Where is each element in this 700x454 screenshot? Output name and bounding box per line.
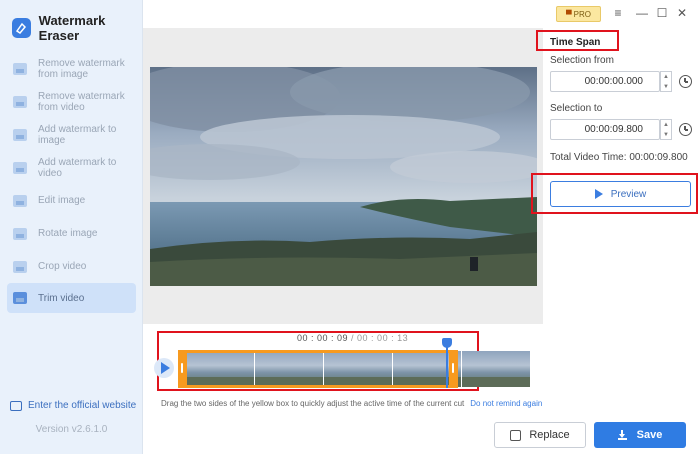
- add-video-watermark-icon: [13, 161, 27, 174]
- browser-icon: [10, 400, 22, 411]
- rotate-image-icon: [13, 227, 27, 240]
- selection-to-stepper[interactable]: ▲ ▼: [660, 119, 672, 140]
- video-image: [150, 67, 537, 286]
- sidebar-item-add-watermark-video[interactable]: Add watermark to video: [7, 151, 136, 184]
- trim-end-handle[interactable]: [449, 350, 458, 388]
- title-bar: ▀ PRO ≡ — ☐ ✕: [143, 0, 700, 28]
- menu-icon[interactable]: ≡: [609, 4, 627, 22]
- sidebar-item-label: Edit image: [38, 195, 86, 206]
- timeline: 00 : 00 : 09 / 00 : 00 : 13 Drag the two…: [143, 324, 543, 414]
- edit-image-icon: [13, 194, 27, 207]
- total-video-time-value: 00:00:09.800: [629, 152, 688, 163]
- chevron-down-icon[interactable]: ▼: [661, 82, 671, 92]
- playhead-handle[interactable]: [442, 338, 452, 348]
- selection-from-input[interactable]: 00:00:00.000: [550, 71, 660, 92]
- video-preview-area: [143, 28, 543, 324]
- pro-button[interactable]: ▀ PRO: [556, 6, 601, 22]
- sidebar-item-remove-watermark-image[interactable]: Remove watermark from image: [7, 52, 136, 85]
- selection-from-stepper[interactable]: ▲ ▼: [660, 71, 672, 92]
- save-label: Save: [636, 429, 663, 441]
- replace-icon: [510, 429, 522, 441]
- frame-thumbnail: [462, 351, 531, 387]
- version-label: Version v2.6.1.0: [35, 424, 108, 435]
- total-video-time: Total Video Time: 00:00:09.800: [550, 152, 688, 163]
- clock-icon[interactable]: [679, 75, 692, 88]
- trim-hint: Drag the two sides of the yellow box to …: [161, 399, 542, 408]
- sidebar-item-label: Trim video: [38, 292, 85, 304]
- app-title: Watermark Eraser: [38, 13, 106, 43]
- trim-video-icon: [13, 292, 27, 304]
- sidebar-item-label: Crop video: [38, 261, 87, 272]
- official-website-link[interactable]: Enter the official website: [10, 400, 136, 411]
- download-icon: [617, 430, 627, 440]
- replace-button[interactable]: Replace: [494, 422, 586, 448]
- pro-label: PRO: [573, 9, 591, 19]
- sidebar-nav: Remove watermark from image Remove water…: [7, 52, 136, 313]
- app-logo-icon: [12, 18, 31, 38]
- video-frame: [150, 67, 537, 286]
- sidebar-item-edit-image[interactable]: Edit image: [7, 184, 136, 217]
- play-icon: [161, 362, 170, 374]
- sidebar-item-rotate-image[interactable]: Rotate image: [7, 217, 136, 250]
- timecode: 00 : 00 : 09 / 00 : 00 : 13: [297, 333, 408, 343]
- current-time: 00 : 00 : 09: [297, 333, 349, 343]
- add-image-watermark-icon: [13, 128, 27, 141]
- sidebar: Watermark Eraser Remove watermark from i…: [0, 0, 143, 454]
- sidebar-item-label: Add watermark to video: [38, 156, 117, 179]
- timeline-play-button[interactable]: [154, 358, 174, 378]
- chevron-up-icon[interactable]: ▲: [661, 72, 671, 82]
- sidebar-item-trim-video[interactable]: Trim video: [7, 283, 136, 313]
- play-icon: [594, 189, 603, 199]
- sidebar-item-add-watermark-image[interactable]: Add watermark to image: [7, 118, 136, 151]
- sidebar-item-label: Remove watermark from image: [38, 57, 125, 80]
- sidebar-item-crop-video[interactable]: Crop video: [7, 250, 136, 283]
- trim-start-handle[interactable]: [178, 350, 187, 388]
- time-span-label: Time Span: [550, 37, 601, 48]
- sidebar-item-label: Rotate image: [38, 228, 98, 239]
- sidebar-item-label: Add watermark to image: [38, 123, 117, 146]
- video-eraser-icon: [13, 95, 27, 108]
- cart-icon: ▀: [565, 9, 572, 19]
- clock-icon[interactable]: [679, 123, 692, 136]
- selection-to-input[interactable]: 00:00:09.800: [550, 119, 660, 140]
- sidebar-item-remove-watermark-video[interactable]: Remove watermark from video: [7, 85, 136, 118]
- official-website-label: Enter the official website: [28, 400, 137, 411]
- time-span-panel: Time Span Selection from 00:00:00.000 ▲ …: [531, 28, 700, 454]
- crop-video-icon: [13, 260, 27, 273]
- image-eraser-icon: [13, 62, 27, 75]
- chevron-down-icon[interactable]: ▼: [661, 130, 671, 140]
- do-not-remind-link[interactable]: Do not remind again: [470, 399, 542, 408]
- selection-to-label: Selection to: [550, 103, 603, 114]
- sidebar-item-label: Remove watermark from video: [38, 90, 125, 113]
- replace-label: Replace: [529, 429, 570, 441]
- trim-selection-box[interactable]: [178, 350, 458, 388]
- preview-button[interactable]: Preview: [550, 181, 691, 207]
- selection-from-label: Selection from: [550, 55, 614, 66]
- hint-text: Drag the two sides of the yellow box to …: [161, 399, 465, 408]
- total-video-time-label: Total Video Time:: [550, 152, 627, 163]
- chevron-up-icon[interactable]: ▲: [661, 120, 671, 130]
- preview-label: Preview: [610, 188, 647, 200]
- minimize-icon[interactable]: —: [633, 4, 651, 22]
- close-icon[interactable]: ✕: [673, 4, 691, 22]
- save-button[interactable]: Save: [594, 422, 686, 448]
- brand: Watermark Eraser: [12, 13, 142, 43]
- maximize-icon[interactable]: ☐: [653, 4, 671, 22]
- total-time: / 00 : 00 : 13: [348, 333, 409, 343]
